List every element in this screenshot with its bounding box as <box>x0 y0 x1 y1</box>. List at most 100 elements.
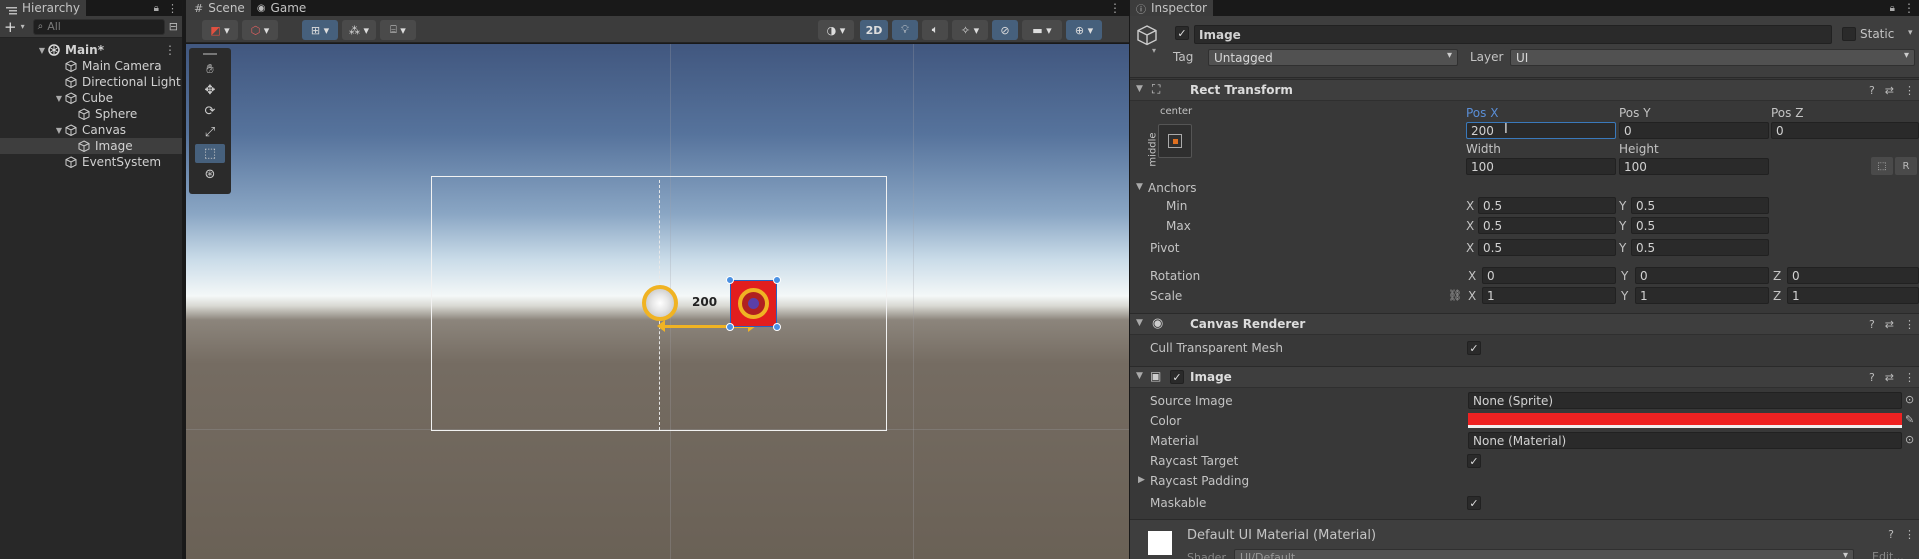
posz-field[interactable]: 0 <box>1771 122 1919 139</box>
anchor-handle-icon[interactable] <box>642 285 678 321</box>
help-icon[interactable]: ? <box>1869 318 1875 331</box>
hierarchy-row-image[interactable]: Image <box>0 138 182 154</box>
transform-tool-button[interactable]: ⊛ <box>195 165 225 184</box>
hierarchy-row-eventsystem[interactable]: EventSystem <box>0 154 182 170</box>
rotation-x-field[interactable]: 0 <box>1482 267 1616 284</box>
draw-mode-button[interactable]: ◩ ▾ <box>202 20 238 40</box>
help-icon[interactable]: ? <box>1869 371 1875 384</box>
tab-hierarchy[interactable]: Hierarchy <box>0 0 87 16</box>
constrain-proportions-icon[interactable]: ⛓︎ <box>1448 289 1462 302</box>
source-image-field[interactable]: None (Sprite) <box>1468 392 1902 409</box>
object-picker-icon[interactable]: ⊙ <box>1905 433 1914 446</box>
rotate-tool-button[interactable]: ⟳ <box>195 102 225 121</box>
help-icon[interactable]: ? <box>1888 528 1894 541</box>
anchor-max-x-field[interactable]: 0.5 <box>1478 217 1616 234</box>
pivot-x-field[interactable]: 0.5 <box>1478 239 1616 256</box>
fold-arrow-icon[interactable]: ▼ <box>53 126 65 135</box>
add-object-button[interactable]: + <box>4 18 17 36</box>
more-menu-icon[interactable]: ⋮ <box>167 2 178 15</box>
align-button[interactable]: ⌸ ▾ <box>380 20 416 40</box>
shader-dropdown[interactable]: UI/Default <box>1234 549 1854 559</box>
mode-2d-button[interactable]: 2D <box>860 20 888 40</box>
tab-game[interactable]: ◉ Game <box>251 0 312 16</box>
anchors-label[interactable]: Anchors <box>1148 181 1197 195</box>
search-filter-icon[interactable]: ⊟ <box>169 20 178 33</box>
rotation-z-field[interactable]: 0 <box>1787 267 1919 284</box>
layer-dropdown[interactable]: UI <box>1510 49 1915 66</box>
fold-arrow-icon[interactable]: ▼ <box>36 46 48 55</box>
fold-arrow-icon[interactable]: ▼ <box>1136 84 1143 94</box>
blueprint-mode-button[interactable]: ⬚ <box>1871 157 1893 175</box>
tab-scene[interactable]: # Scene <box>186 0 251 16</box>
hierarchy-row-canvas[interactable]: ▼ Canvas <box>0 122 182 138</box>
preset-icon[interactable]: ⇄ <box>1885 371 1894 384</box>
fold-arrow-icon[interactable]: ▼ <box>1136 182 1143 192</box>
static-dropdown-icon[interactable]: ▾ <box>1908 28 1913 38</box>
more-menu-icon[interactable]: ⋮ <box>1904 318 1915 331</box>
posy-field[interactable]: 0 <box>1619 122 1769 139</box>
cull-transparent-mesh-checkbox[interactable]: ✓ <box>1467 341 1481 355</box>
corner-handle[interactable] <box>726 276 734 284</box>
anchor-min-y-field[interactable]: 0.5 <box>1631 197 1769 214</box>
effects-button[interactable]: ✧ ▾ <box>952 20 988 40</box>
corner-handle[interactable] <box>726 323 734 331</box>
add-dropdown-icon[interactable]: ▾ <box>21 22 25 31</box>
height-field[interactable]: 100 <box>1619 158 1769 175</box>
increment-snap-button[interactable]: ⁂ ▾ <box>342 20 376 40</box>
gizmos-button[interactable]: ⊕ ▾ <box>1066 20 1102 40</box>
lock-icon[interactable]: 🔒︎ <box>154 3 159 14</box>
material-field[interactable]: None (Material) <box>1468 432 1902 449</box>
corner-handle[interactable] <box>773 276 781 284</box>
fold-arrow-icon[interactable]: ▼ <box>1136 318 1143 328</box>
hierarchy-row-directional-light[interactable]: Directional Light <box>0 74 182 90</box>
active-checkbox[interactable]: ✓ <box>1175 26 1189 40</box>
drag-handle[interactable] <box>203 53 217 55</box>
corner-handle[interactable] <box>773 323 781 331</box>
move-tool-button[interactable]: ✥ <box>195 81 225 100</box>
static-checkbox[interactable] <box>1842 27 1856 41</box>
preset-icon[interactable]: ⇄ <box>1885 84 1894 97</box>
canvas-renderer-header[interactable]: ▼ ◉ Canvas Renderer ? ⇄ ⋮ <box>1130 313 1919 335</box>
hierarchy-row-main-camera[interactable]: Main Camera <box>0 58 182 74</box>
scene-viewport[interactable]: 200 ✋︎ ✥ ⟳ ⤢ ⬚ ⊛ <box>186 44 1129 559</box>
rect-tool-button[interactable]: ⬚ <box>195 144 225 163</box>
fold-arrow-icon[interactable]: ▼ <box>53 94 65 103</box>
edit-shader-button[interactable]: Edit... <box>1872 550 1904 559</box>
grid-snap-button[interactable]: ⊞ ▾ <box>302 20 338 40</box>
posx-field[interactable]: 200 <box>1466 122 1616 139</box>
eyedropper-icon[interactable]: ✎ <box>1905 413 1914 426</box>
anchor-preset-button[interactable] <box>1158 124 1192 158</box>
dropdown-arrow-icon[interactable]: ▾ <box>1152 46 1156 55</box>
hand-tool-button[interactable]: ✋︎ <box>195 60 225 79</box>
scale-y-field[interactable]: 1 <box>1635 287 1769 304</box>
fold-arrow-icon[interactable]: ▼ <box>1136 371 1143 381</box>
shading-mode-button[interactable]: ◑ ▾ <box>818 20 854 40</box>
scale-x-field[interactable]: 1 <box>1482 287 1616 304</box>
scale-z-field[interactable]: 1 <box>1787 287 1919 304</box>
color-swatch[interactable] <box>1468 413 1902 428</box>
tab-inspector[interactable]: ⓘ Inspector <box>1130 0 1213 16</box>
more-menu-icon[interactable]: ⋮ <box>1904 528 1915 541</box>
camera-button[interactable]: ▬ ▾ <box>1022 20 1062 40</box>
image-component-header[interactable]: ▼ ▣ ✓ Image ? ⇄ ⋮ <box>1130 366 1919 388</box>
lock-icon[interactable]: 🔒︎ <box>1890 3 1895 14</box>
object-name-field[interactable]: Image <box>1194 25 1832 44</box>
tag-dropdown[interactable]: Untagged <box>1208 49 1458 66</box>
rotation-y-field[interactable]: 0 <box>1635 267 1769 284</box>
anchor-max-y-field[interactable]: 0.5 <box>1631 217 1769 234</box>
material-preview-swatch[interactable] <box>1148 531 1172 555</box>
maskable-checkbox[interactable]: ✓ <box>1467 496 1481 510</box>
help-icon[interactable]: ? <box>1869 84 1875 97</box>
raw-edit-button[interactable]: R <box>1895 157 1917 175</box>
hierarchy-row-cube[interactable]: ▼ Cube <box>0 90 182 106</box>
fold-arrow-right-icon[interactable]: ▶ <box>1138 475 1145 485</box>
hierarchy-row-main[interactable]: ▼ Main* ⋮ <box>0 42 182 58</box>
object-picker-icon[interactable]: ⊙ <box>1905 393 1914 406</box>
audio-toggle-button[interactable]: 🔈︎ <box>922 20 948 40</box>
more-menu-icon[interactable]: ⋮ <box>1109 1 1121 15</box>
image-enabled-checkbox[interactable]: ✓ <box>1170 370 1184 384</box>
rect-transform-header[interactable]: ▼ ⛶ Rect Transform ? ⇄ ⋮ <box>1130 79 1919 101</box>
raycast-target-checkbox[interactable]: ✓ <box>1467 454 1481 468</box>
gizmo-shading-button[interactable]: ⬡ ▾ <box>242 20 278 40</box>
more-menu-icon[interactable]: ⋮ <box>1904 84 1915 97</box>
